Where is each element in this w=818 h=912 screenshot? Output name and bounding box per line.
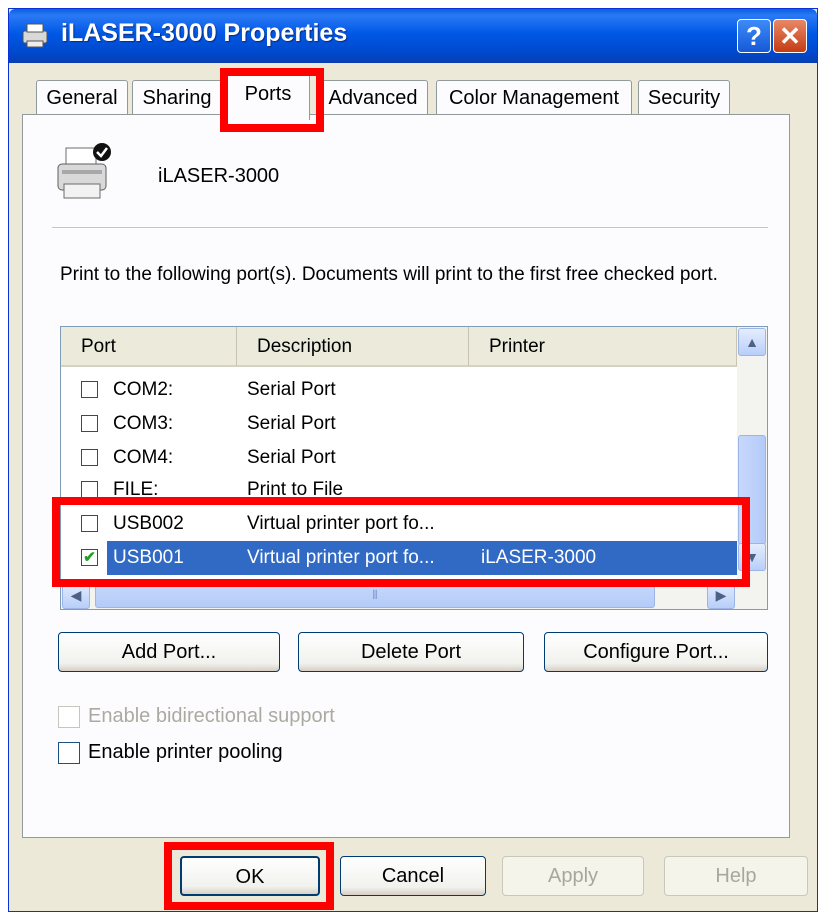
grip-icon: ⦀	[372, 588, 378, 602]
scroll-right-icon[interactable]: ▶	[707, 581, 735, 609]
apply-button[interactable]: Apply	[502, 856, 644, 896]
port-name: USB002	[113, 513, 184, 534]
bidirectional-checkbox[interactable]	[58, 706, 80, 728]
list-item[interactable]: COM3: Serial Port	[61, 407, 737, 441]
port-description: Print to File	[247, 479, 344, 500]
title-bar[interactable]: iLASER-3000 Properties ? ✕	[9, 9, 817, 63]
scroll-left-icon[interactable]: ◀	[62, 581, 90, 609]
list-item[interactable]: USB002 Virtual printer port fo...	[61, 507, 737, 541]
port-checkbox[interactable]	[81, 449, 98, 466]
list-item-selected[interactable]: ✔ USB001 Virtual printer port fo... iLAS…	[61, 541, 737, 575]
tab-advanced[interactable]: Advanced	[318, 80, 428, 114]
scroll-down-icon[interactable]: ▼	[738, 543, 766, 571]
printer-icon	[22, 23, 48, 48]
separator	[52, 227, 768, 229]
port-checkbox[interactable]	[81, 381, 98, 398]
port-checkbox[interactable]	[81, 515, 98, 532]
list-item[interactable]: COM4: Serial Port	[61, 441, 737, 475]
window-title: iLASER-3000 Properties	[61, 19, 348, 47]
printer-default-icon	[57, 143, 111, 199]
configure-port-button[interactable]: Configure Port...	[544, 632, 768, 672]
port-description: Virtual printer port fo...	[247, 513, 435, 534]
ok-button[interactable]: OK	[180, 856, 320, 896]
port-description: Serial Port	[247, 379, 336, 400]
list-item[interactable]: COM2: Serial Port	[61, 373, 737, 407]
tab-color-management[interactable]: Color Management	[436, 80, 632, 114]
column-header-description[interactable]: Description	[237, 327, 469, 367]
help-button[interactable]: ?	[737, 19, 771, 53]
scroll-thumb[interactable]	[738, 435, 766, 545]
port-instructions: Print to the following port(s). Document…	[60, 264, 718, 285]
column-header-printer[interactable]: Printer	[469, 327, 737, 367]
scroll-up-icon[interactable]: ▲	[738, 328, 766, 356]
tab-general[interactable]: General	[36, 80, 128, 114]
port-name: USB001	[113, 547, 184, 568]
checkmark-icon: ✔	[83, 549, 96, 566]
close-button[interactable]: ✕	[773, 19, 807, 53]
tab-sharing[interactable]: Sharing	[132, 80, 222, 114]
horizontal-scrollbar[interactable]: ◀ ⦀ ▶	[61, 581, 737, 609]
port-list[interactable]: Port Description Printer COM2: Serial Po…	[60, 326, 768, 610]
printer-name: iLASER-3000	[158, 165, 280, 187]
bidirectional-label: Enable bidirectional support	[88, 705, 335, 727]
port-name: FILE:	[113, 479, 159, 500]
add-port-button[interactable]: Add Port...	[58, 632, 280, 672]
vertical-scrollbar[interactable]: ▲ ▼	[737, 327, 767, 609]
column-header-port[interactable]: Port	[61, 327, 237, 367]
port-checkbox[interactable]	[81, 415, 98, 432]
port-description: Serial Port	[247, 413, 336, 434]
port-name: COM4:	[113, 447, 174, 468]
port-checkbox[interactable]	[81, 481, 98, 498]
delete-port-button[interactable]: Delete Port	[298, 632, 524, 672]
port-name: COM3:	[113, 413, 174, 434]
port-name: COM2:	[113, 379, 174, 400]
pooling-label: Enable printer pooling	[88, 741, 283, 763]
pooling-checkbox[interactable]	[58, 742, 80, 764]
list-item[interactable]: FILE: Print to File	[61, 473, 737, 507]
cancel-button[interactable]: Cancel	[340, 856, 486, 896]
help-dialog-button[interactable]: Help	[664, 856, 808, 896]
port-description: Serial Port	[247, 447, 336, 468]
tab-ports[interactable]: Ports	[226, 74, 310, 120]
port-description: Virtual printer port fo...	[247, 547, 435, 568]
tab-security[interactable]: Security	[638, 80, 730, 114]
horizontal-scroll-thumb[interactable]: ⦀	[95, 582, 655, 608]
port-printer: iLASER-3000	[481, 547, 597, 568]
port-checkbox-checked[interactable]: ✔	[81, 549, 98, 566]
